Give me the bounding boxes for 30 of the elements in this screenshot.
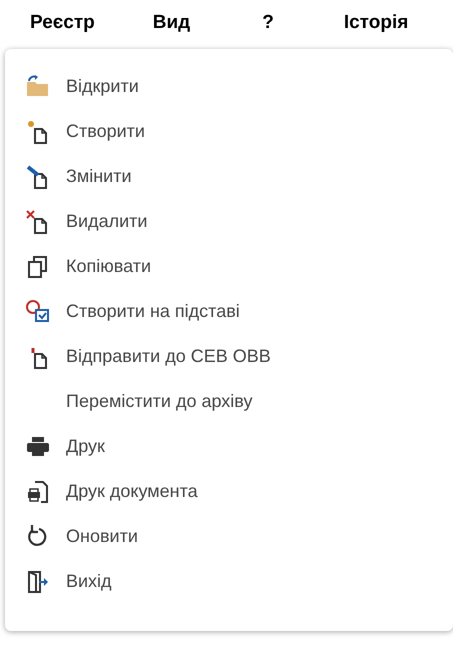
print-document-icon <box>25 478 51 504</box>
menu-item-label: Відкрити <box>66 76 139 97</box>
menu-bar-item[interactable]: Історія <box>338 12 414 34</box>
menu-item[interactable]: Видалити <box>5 199 453 244</box>
menu-item-label: Відправити до СЕВ ОВВ <box>66 346 271 367</box>
menu-item[interactable]: Копіювати <box>5 244 453 289</box>
menu-item-label: Змінити <box>66 166 132 187</box>
menu-bar-item[interactable]: Вид <box>146 12 196 34</box>
menu-item-label: Видалити <box>66 211 148 232</box>
menu-item-label: Створити на підставі <box>66 301 240 322</box>
menu-item[interactable]: Створити <box>5 109 453 154</box>
exit-icon <box>25 568 51 594</box>
menu-item[interactable]: Вихід <box>5 559 453 604</box>
menu-item-label: Створити <box>66 121 145 142</box>
menu-item-label: Оновити <box>66 526 138 547</box>
menu-bar-item[interactable]: Реєстр <box>24 12 101 34</box>
menu-item[interactable]: Оновити <box>5 514 453 559</box>
menu-item-label: Копіювати <box>66 256 152 277</box>
menu-item-label: Перемістити до архіву <box>66 391 252 412</box>
menu-item-label: Друк документа <box>66 481 198 502</box>
menu-item[interactable]: Відправити до СЕВ ОВВ <box>5 334 453 379</box>
menu-item[interactable]: Відкрити <box>5 64 453 109</box>
menu-item[interactable]: Створити на підставі <box>5 289 453 334</box>
menu-item[interactable]: Перемістити до архіву <box>5 379 453 424</box>
menu-item[interactable]: Змінити <box>5 154 453 199</box>
menu-item-label: Вихід <box>66 571 112 592</box>
menu-item-label: Друк <box>66 436 105 457</box>
menu-item[interactable]: Друк <box>5 424 453 469</box>
menu-item[interactable]: Друк документа <box>5 469 453 514</box>
menu-bar-item[interactable]: ? <box>256 12 280 34</box>
